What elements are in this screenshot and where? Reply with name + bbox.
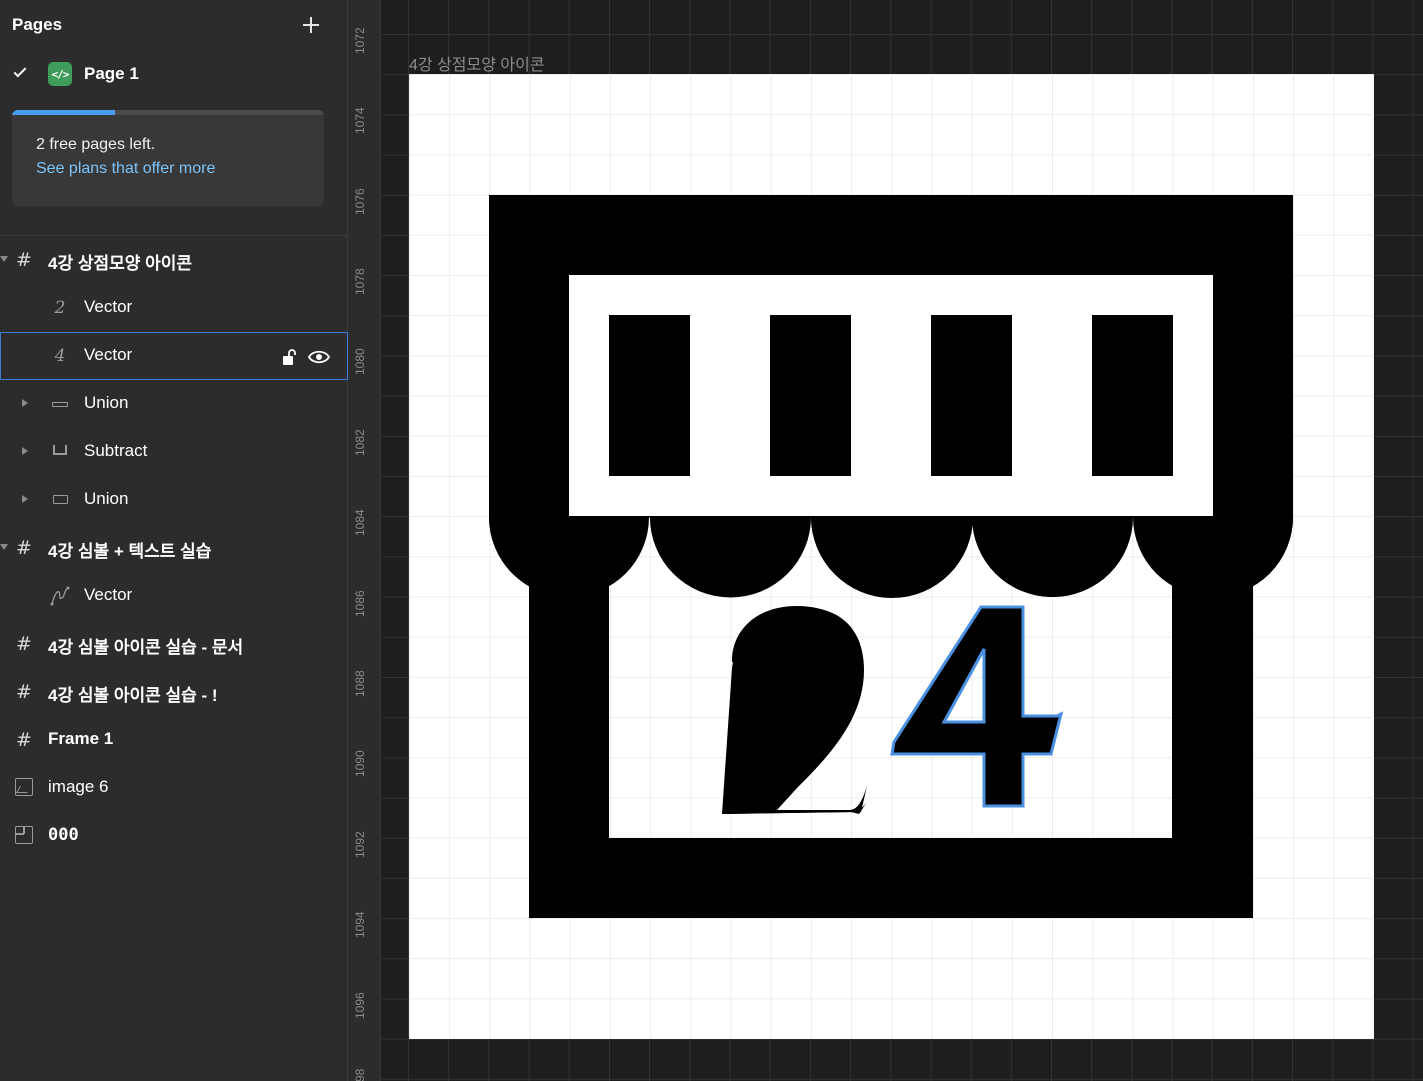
frame-icon: # bbox=[16, 729, 32, 751]
frame-icon: # bbox=[16, 249, 32, 271]
layer-frame-document[interactable]: # 4강 심볼 아이콘 실습 - 문서 bbox=[0, 620, 348, 668]
layer-label: Union bbox=[84, 489, 129, 508]
section-icon bbox=[15, 826, 33, 844]
storefront-subtract-shape[interactable] bbox=[529, 574, 1253, 918]
ruler-label: 1094 bbox=[353, 911, 367, 938]
vertical-ruler[interactable]: 1072 1074 1076 1078 1080 1082 1084 1086 … bbox=[348, 0, 381, 1081]
layer-vector-pen[interactable]: Vector bbox=[0, 572, 348, 620]
ruler-label: 1076 bbox=[353, 188, 367, 215]
plus-icon[interactable] bbox=[299, 13, 323, 37]
free-pages-text: 2 free pages left. bbox=[36, 136, 156, 153]
image-icon bbox=[15, 778, 33, 796]
layer-vector-4[interactable]: 4 Vector bbox=[0, 332, 348, 380]
layer-union[interactable]: Union bbox=[0, 380, 348, 428]
ruler-label: 98 bbox=[353, 1068, 367, 1081]
vector-icon: 4 bbox=[54, 346, 66, 366]
chevron-down-icon[interactable] bbox=[0, 256, 8, 262]
store-union-shape[interactable] bbox=[489, 195, 1293, 598]
ruler-label: 1090 bbox=[353, 750, 367, 777]
layer-label: 4강 심볼 아이콘 실습 - 문서 bbox=[48, 638, 244, 657]
ruler-label: 1074 bbox=[353, 107, 367, 134]
layer-image-6[interactable]: image 6 bbox=[0, 764, 348, 812]
ruler-label: 1086 bbox=[353, 590, 367, 617]
frame-icon: # bbox=[16, 633, 32, 655]
free-pages-notice: 2 free pages left. See plans that offer … bbox=[12, 110, 324, 206]
chevron-right-icon[interactable] bbox=[22, 399, 28, 407]
ruler-label: 1096 bbox=[353, 992, 367, 1019]
page-item-page-1[interactable]: </> Page 1 bbox=[0, 56, 348, 92]
layer-section-000[interactable]: 000 bbox=[0, 812, 348, 860]
check-icon bbox=[13, 64, 27, 78]
digit-two-body bbox=[722, 607, 867, 814]
layers-panel: Pages </> Page 1 2 free pages left. See … bbox=[0, 0, 348, 1081]
subtract-icon bbox=[53, 445, 67, 455]
store-icon-artwork bbox=[489, 195, 1293, 918]
ruler-label: 1088 bbox=[353, 670, 367, 697]
union-icon bbox=[53, 495, 68, 504]
layer-label: 000 bbox=[48, 825, 79, 845]
frame-title[interactable]: 4강 상점모양 아이콘 bbox=[409, 51, 545, 75]
layer-label: image 6 bbox=[48, 777, 109, 796]
ruler-label: 1072 bbox=[353, 27, 367, 54]
layer-label: Vector bbox=[84, 297, 133, 316]
pages-title: Pages bbox=[12, 15, 63, 34]
digit-four-vector[interactable] bbox=[890, 605, 1064, 808]
ruler-label: 1080 bbox=[353, 348, 367, 375]
layer-frame-exclamation[interactable]: # 4강 심볼 아이콘 실습 - ! bbox=[0, 668, 348, 716]
layer-label: Vector bbox=[84, 345, 133, 364]
layer-frame-1[interactable]: # Frame 1 bbox=[0, 716, 348, 764]
pages-usage-bar bbox=[12, 110, 324, 115]
lock-icon[interactable] bbox=[281, 348, 299, 366]
layer-label: Subtract bbox=[84, 441, 148, 460]
layer-subtract[interactable]: Subtract bbox=[0, 428, 348, 476]
vector-pen-icon bbox=[50, 586, 70, 606]
layer-label: Frame 1 bbox=[48, 729, 114, 748]
layer-frame-store-icon[interactable]: # 4강 상점모양 아이콘 bbox=[0, 236, 348, 284]
ruler-label: 1084 bbox=[353, 509, 367, 536]
pages-usage-bar-fill bbox=[12, 110, 115, 115]
code-icon: </> bbox=[48, 62, 72, 86]
eye-icon[interactable] bbox=[308, 348, 330, 366]
chevron-right-icon[interactable] bbox=[22, 495, 28, 503]
ruler-label: 1092 bbox=[353, 831, 367, 858]
layer-vector-2[interactable]: 2 Vector bbox=[0, 284, 348, 332]
layer-label: Union bbox=[84, 393, 129, 412]
ruler-label: 1082 bbox=[353, 429, 367, 456]
layer-label: 4강 심볼 + 텍스트 실습 bbox=[48, 542, 212, 561]
frame-icon: # bbox=[16, 537, 32, 559]
vector-icon: 2 bbox=[54, 298, 66, 318]
ruler-label: 1078 bbox=[353, 268, 367, 295]
layer-label: 4강 상점모양 아이콘 bbox=[48, 254, 193, 273]
chevron-down-icon[interactable] bbox=[0, 544, 8, 550]
layer-union[interactable]: Union bbox=[0, 476, 348, 524]
frame-icon: # bbox=[16, 681, 32, 703]
chevron-right-icon[interactable] bbox=[22, 447, 28, 455]
layer-frame-symbol-text[interactable]: # 4강 심볼 + 텍스트 실습 bbox=[0, 524, 348, 572]
union-icon bbox=[52, 402, 68, 407]
see-plans-link[interactable]: See plans that offer more bbox=[36, 160, 215, 178]
layer-label: Vector bbox=[84, 585, 133, 604]
layer-label: 4강 심볼 아이콘 실습 - ! bbox=[48, 686, 218, 705]
page-label: Page 1 bbox=[84, 64, 139, 83]
store-icon-frame[interactable] bbox=[409, 74, 1374, 1039]
